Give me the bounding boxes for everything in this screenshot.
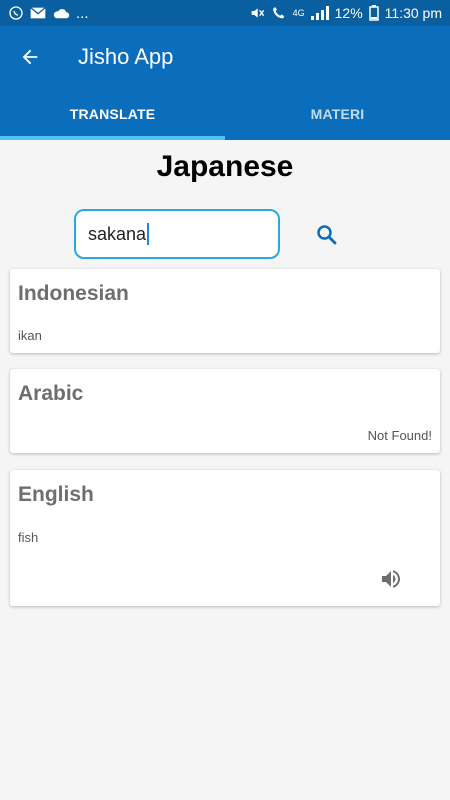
search-field[interactable]: sakana (74, 209, 280, 259)
battery-percent: 12% (334, 5, 363, 21)
card-translation: Not Found! (367, 428, 432, 443)
back-button[interactable] (0, 26, 60, 88)
card-title: Indonesian (18, 282, 129, 305)
search-input[interactable]: sakana (88, 224, 146, 245)
status-right: 4G 12% 11:30 pm (249, 5, 442, 21)
search-icon (317, 225, 337, 245)
result-card-indonesian: Indonesian ikan (10, 269, 440, 353)
cloud-icon (53, 9, 70, 19)
arrow-left-icon (22, 49, 38, 65)
card-title: Arabic (18, 382, 84, 405)
app-bar: Jisho App (0, 26, 450, 88)
result-card-arabic: Arabic Not Found! (10, 369, 440, 453)
battery-icon (368, 5, 379, 21)
card-translation: ikan (18, 328, 42, 343)
text-caret (147, 223, 150, 245)
tab-bar: TRANSLATE MATERI (0, 88, 450, 140)
mute-icon (251, 8, 264, 18)
mail-icon (30, 7, 46, 19)
search-button[interactable] (310, 218, 344, 252)
whatsapp-icon (9, 6, 23, 20)
app-title: Jisho App (78, 44, 174, 69)
status-time: 11:30 pm (384, 5, 442, 21)
network-type: 4G (292, 8, 305, 18)
tab-translate[interactable]: TRANSLATE (0, 88, 225, 140)
status-more: ... (76, 4, 89, 22)
card-translation: fish (18, 530, 39, 545)
tab-materi[interactable]: MATERI (225, 88, 450, 140)
speaker-icon (382, 570, 400, 588)
play-audio-button[interactable] (378, 566, 404, 592)
card-title: English (18, 483, 94, 506)
page-title: Japanese (156, 150, 294, 183)
result-card-english: English fish (10, 470, 440, 606)
status-bar: ... 4G 12% 11:30 pm (0, 0, 450, 26)
call-icon (272, 7, 284, 19)
status-left: ... (8, 5, 89, 22)
signal-icon (310, 6, 329, 20)
